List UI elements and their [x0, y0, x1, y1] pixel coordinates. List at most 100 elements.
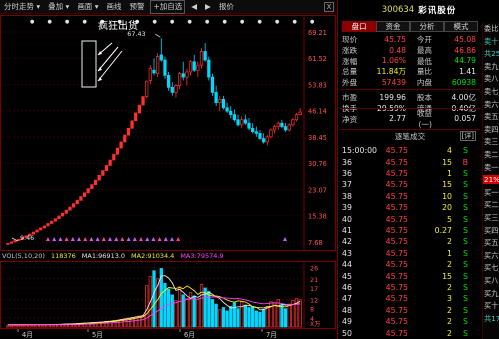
candle[interactable] [229, 110, 233, 115]
candle[interactable] [53, 218, 57, 222]
candle[interactable] [218, 98, 222, 104]
order-book-level[interactable]: 买十 [483, 301, 499, 310]
order-book-level[interactable]: 卖八 [483, 74, 499, 83]
volume-bar[interactable] [272, 302, 277, 328]
event-marker[interactable]: ● [223, 19, 228, 25]
candle[interactable] [108, 159, 112, 166]
signal-marker[interactable] [176, 237, 181, 241]
candle[interactable] [199, 51, 204, 66]
trade-row[interactable]: 50 45.75 2 S [342, 327, 476, 339]
candle[interactable] [148, 67, 152, 81]
candle[interactable] [258, 133, 262, 139]
volume-bar[interactable] [35, 324, 39, 328]
candle[interactable] [232, 114, 237, 121]
volume-bar[interactable] [196, 299, 200, 328]
signal-marker[interactable] [52, 237, 57, 241]
order-book-level[interactable]: 买一 [483, 188, 499, 197]
trade-row[interactable]: 40 45.75 5 S [342, 213, 476, 225]
volume-bar[interactable] [236, 308, 240, 328]
candle[interactable] [57, 215, 61, 220]
signal-marker[interactable] [163, 237, 168, 241]
candle[interactable] [93, 179, 98, 185]
candle[interactable] [130, 120, 134, 129]
order-book-level[interactable]: 卖一 [483, 163, 499, 172]
event-marker[interactable]: ● [275, 19, 280, 25]
order-book-level[interactable]: 委比 [483, 24, 499, 33]
candle[interactable] [9, 241, 14, 244]
alert-button[interactable]: 预警 [127, 1, 146, 13]
candle[interactable] [251, 127, 255, 133]
volume-bar[interactable] [17, 325, 21, 328]
volume-bar[interactable] [258, 311, 262, 328]
volume-bar[interactable] [170, 294, 174, 328]
volume-bar[interactable] [210, 299, 215, 328]
event-marker[interactable]: ● [205, 19, 210, 25]
candle[interactable] [210, 76, 215, 93]
order-book-level[interactable]: 21% [483, 175, 499, 185]
candle[interactable] [181, 73, 185, 78]
order-book-level[interactable]: 买八 [483, 276, 499, 285]
candle[interactable] [166, 75, 171, 88]
event-marker[interactable]: ● [153, 19, 158, 25]
order-book-level[interactable]: 买六 [483, 251, 499, 260]
candle[interactable] [79, 196, 83, 201]
deals-detail-link[interactable]: [详] [459, 131, 476, 141]
order-book-level[interactable]: 卖七 [483, 87, 499, 96]
candle[interactable] [112, 153, 116, 161]
signal-marker[interactable] [89, 237, 94, 241]
candle[interactable] [115, 147, 120, 155]
trade-row[interactable]: 49 45.75 2 S [342, 316, 476, 328]
candle[interactable] [185, 71, 189, 78]
draw-tool-button[interactable]: 画线 [104, 1, 123, 13]
order-book-level[interactable]: 共174 [483, 314, 499, 323]
trade-row[interactable]: 36 45.75 15 B [342, 156, 476, 168]
trade-row[interactable]: 15:00:00 45.75 4 S [342, 145, 476, 157]
tab-funds[interactable]: 资金 [376, 21, 410, 32]
order-book-level[interactable]: 卖四 [483, 125, 499, 134]
order-book-level[interactable]: 卖十 [483, 37, 499, 46]
candle[interactable] [236, 119, 240, 126]
candle[interactable] [6, 242, 10, 245]
candle[interactable] [82, 192, 87, 197]
event-marker[interactable]: ● [170, 19, 175, 25]
volume-bar[interactable] [24, 325, 28, 328]
signal-marker[interactable] [283, 237, 287, 241]
trade-row[interactable]: 48 45.75 2 S [342, 305, 476, 317]
candle[interactable] [265, 136, 269, 143]
trade-row[interactable]: 36 45.75 1 S [342, 168, 476, 180]
signal-marker[interactable] [132, 237, 137, 241]
trade-row[interactable]: 44 45.75 2 S [342, 259, 476, 271]
trade-row[interactable]: 37 45.75 15 S [342, 179, 476, 191]
signal-marker[interactable] [58, 237, 63, 241]
trade-row[interactable]: 39 45.75 20 S [342, 202, 476, 214]
event-marker[interactable]: ● [65, 19, 70, 25]
volume-bar[interactable] [229, 305, 233, 328]
candle[interactable] [177, 73, 182, 86]
signal-marker[interactable] [101, 237, 106, 241]
signal-marker[interactable] [157, 237, 162, 241]
candle[interactable] [247, 122, 251, 129]
volume-chart[interactable]: 2621171284X万 [0, 261, 336, 329]
volume-bar[interactable] [192, 295, 196, 328]
order-book-level[interactable]: 买七 [483, 263, 499, 272]
candle[interactable] [221, 98, 226, 109]
volume-bar[interactable] [262, 309, 266, 328]
quote-tool-button[interactable]: 报价 [217, 1, 236, 13]
candle[interactable] [119, 141, 123, 149]
volume-bar[interactable] [280, 304, 284, 328]
intraday-menu-button[interactable]: 分时走势 ▾ [2, 1, 42, 13]
volume-indicator-label[interactable]: VOL(5,10,20) [2, 252, 45, 260]
volume-bar[interactable] [243, 304, 247, 328]
order-book-level[interactable]: 买三 [483, 213, 499, 222]
order-book-level[interactable]: 卖五 [483, 112, 499, 121]
tab-analysis[interactable]: 分析 [410, 21, 444, 32]
volume-bar[interactable] [6, 325, 10, 328]
volume-bar[interactable] [269, 301, 273, 328]
overlay-menu-button[interactable]: 叠加 ▾ [46, 1, 71, 13]
event-marker[interactable]: ● [258, 19, 263, 25]
candle[interactable] [214, 92, 218, 104]
candle[interactable] [287, 124, 291, 131]
volume-bar[interactable] [218, 309, 222, 328]
trade-row[interactable]: 38 45.75 10 S [342, 191, 476, 203]
candle[interactable] [269, 129, 273, 138]
